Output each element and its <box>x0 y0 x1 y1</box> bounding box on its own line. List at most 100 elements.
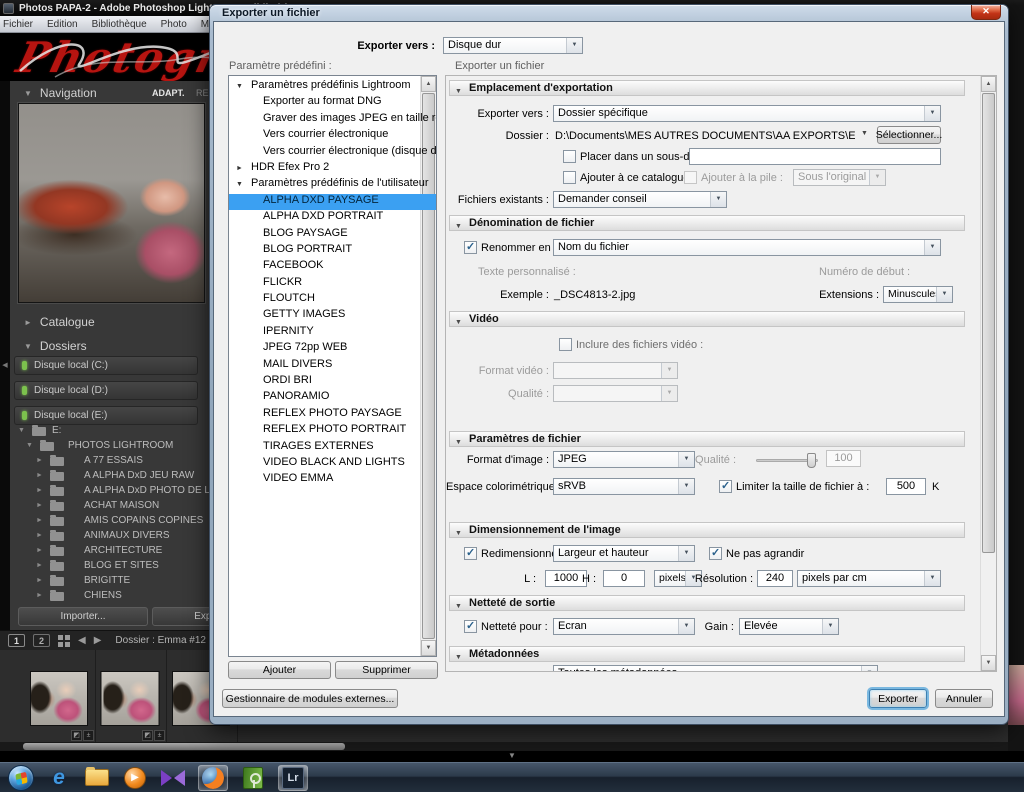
height-input[interactable]: 0 <box>603 570 645 587</box>
preset-vers-courrier-lectronique-disque-dur[interactable]: Vers courrier électronique (disque dur) <box>229 145 436 161</box>
resize-checkbox[interactable] <box>464 547 477 560</box>
next-photo-icon[interactable]: ▶ <box>94 635 102 646</box>
include-video-checkbox[interactable] <box>559 338 572 351</box>
preset-ordi-bri[interactable]: ORDI BRI <box>229 374 436 390</box>
menu-fichier[interactable]: Fichier <box>3 19 33 30</box>
disclosure-icon[interactable]: ▼ <box>236 181 243 188</box>
colorspace-dropdown[interactable]: sRVB▼ <box>553 478 695 495</box>
internet-explorer-icon[interactable]: e <box>46 765 72 791</box>
limit-size-checkbox[interactable] <box>719 480 732 493</box>
zoom-fit-button[interactable]: ADAPT. <box>152 88 185 98</box>
folder-a-alpha-dxd-photo-de-la-sem[interactable]: ►A ALPHA DxD PHOTO DE LA SEM <box>10 484 210 499</box>
preset-blog-paysage[interactable]: BLOG PAYSAGE <box>229 227 436 243</box>
disclosure-icon[interactable]: ► <box>36 547 43 554</box>
folder-e[interactable]: ▼E: <box>10 424 210 439</box>
preset-panoramio[interactable]: PANORAMIO <box>229 390 436 406</box>
subfolder-input[interactable] <box>689 148 941 165</box>
section-header-sizing[interactable]: Dimensionnement de l'image <box>449 522 965 538</box>
previous-photo-icon[interactable]: ◀ <box>78 635 86 646</box>
existing-files-dropdown[interactable]: Demander conseil▼ <box>553 191 727 208</box>
folder-brigitte[interactable]: ►BRIGITTE <box>10 574 210 589</box>
file-explorer-icon[interactable] <box>84 765 110 791</box>
preset-video-emma[interactable]: VIDEO EMMA <box>229 472 436 488</box>
navigator-preview-image[interactable] <box>18 103 205 303</box>
folders-panel-header[interactable]: ▼ Dossiers <box>24 339 87 353</box>
disclosure-icon[interactable]: ► <box>236 165 243 172</box>
folder-chiens[interactable]: ►CHIENS <box>10 589 210 604</box>
preset-getty-images[interactable]: GETTY IMAGES <box>229 308 436 324</box>
select-folder-button[interactable]: Sélectionner... <box>877 126 941 144</box>
subfolder-checkbox[interactable] <box>563 150 576 163</box>
media-player-icon[interactable]: ▶ <box>122 765 148 791</box>
disclosure-icon[interactable]: ► <box>36 457 43 464</box>
section-header-location[interactable]: Emplacement d'exportation <box>449 80 965 96</box>
preset-reflex-photo-paysage[interactable]: REFLEX PHOTO PAYSAGE <box>229 407 436 423</box>
limit-size-input[interactable]: 500 <box>886 478 926 495</box>
disclosure-icon[interactable]: ► <box>36 577 43 584</box>
remove-preset-button[interactable]: Supprimer <box>335 661 438 679</box>
volume-disque-local-c[interactable]: Disque local (C:) <box>14 356 198 375</box>
preset-param-tres-pr-d-finis-lightroom[interactable]: ▼Paramètres prédéfinis Lightroom <box>229 79 436 95</box>
no-enlarge-checkbox[interactable] <box>709 547 722 560</box>
start-button[interactable] <box>8 765 34 791</box>
folder-amis-copains-copines[interactable]: ►AMIS COPAINS COPINES <box>10 514 210 529</box>
scroll-down-icon[interactable]: ▼ <box>981 655 996 671</box>
folder-animaux-divers[interactable]: ►ANIMAUX DIVERS <box>10 529 210 544</box>
export-destination-dropdown[interactable]: Disque dur▼ <box>443 37 583 54</box>
extensions-dropdown[interactable]: Minuscules▼ <box>883 286 953 303</box>
section-header-naming[interactable]: Dénomination de fichier <box>449 215 965 231</box>
disclosure-icon[interactable]: ► <box>36 502 43 509</box>
gain-dropdown[interactable]: Elevée▼ <box>739 618 839 635</box>
disclosure-icon[interactable]: ► <box>36 562 43 569</box>
import-button[interactable]: Importer... <box>18 607 148 626</box>
dialog-cancel-button[interactable]: Annuler <box>935 689 993 708</box>
metadata-include-dropdown[interactable]: Toutes les métadonnées▼ <box>553 665 878 672</box>
disclosure-icon[interactable]: ► <box>36 487 43 494</box>
rename-checkbox[interactable] <box>464 241 477 254</box>
disclosure-icon[interactable]: ► <box>36 532 43 539</box>
folder-photos-lightroom[interactable]: ▼PHOTOS LIGHTROOM <box>10 439 210 454</box>
section-header-file-settings[interactable]: Paramètres de fichier <box>449 431 965 447</box>
navigation-panel-header[interactable]: ▼ Navigation <box>24 86 97 100</box>
preset-facebook[interactable]: FACEBOOK <box>229 259 436 275</box>
filmstrip-scrollbar-thumb[interactable] <box>23 743 345 750</box>
section-header-metadata[interactable]: Métadonnées <box>449 646 965 662</box>
preset-graver-des-images-jpeg-en-taille-r-elle[interactable]: Graver des images JPEG en taille réelle <box>229 112 436 128</box>
filmstrip-scrollbar[interactable] <box>0 742 1024 751</box>
plugin-manager-button[interactable]: Gestionnaire de modules externes... <box>222 689 398 708</box>
folder-architecture[interactable]: ►ARCHITECTURE <box>10 544 210 559</box>
scroll-up-icon[interactable]: ▲ <box>981 76 996 92</box>
preset-exporter-au-format-dng[interactable]: Exporter au format DNG <box>229 95 436 111</box>
volume-disque-local-d[interactable]: Disque local (D:) <box>14 381 198 400</box>
grid-view-icon[interactable] <box>58 635 70 647</box>
settings-scrollbar[interactable]: ▲ ▼ <box>980 76 996 671</box>
preset-param-tres-pr-d-finis-de-l-utilisateur[interactable]: ▼Paramètres prédéfinis de l'utilisateur <box>229 177 436 193</box>
disclosure-icon[interactable]: ▼ <box>236 83 243 90</box>
preset-reflex-photo-portrait[interactable]: REFLEX PHOTO PORTRAIT <box>229 423 436 439</box>
menu-edition[interactable]: Edition <box>47 19 78 30</box>
section-header-sharpening[interactable]: Netteté de sortie <box>449 595 965 611</box>
zoom-fill-button[interactable]: REMPLIR <box>196 88 210 98</box>
kmplayer-icon[interactable] <box>160 765 186 791</box>
disclosure-icon[interactable]: ► <box>36 472 43 479</box>
volume-disque-local-e[interactable]: Disque local (E:) <box>14 406 198 425</box>
resolution-unit-dropdown[interactable]: pixels par cm▼ <box>797 570 941 587</box>
main-window-button[interactable]: 1 <box>8 634 25 647</box>
preset-alpha-dxd-portrait[interactable]: ALPHA DXD PORTRAIT <box>229 210 436 226</box>
preset-blog-portrait[interactable]: BLOG PORTRAIT <box>229 243 436 259</box>
preset-floutch[interactable]: FLOUTCH <box>229 292 436 308</box>
folder-a-alpha-dxd-jeu-raw[interactable]: ►A ALPHA DxD JEU RAW <box>10 469 210 484</box>
preset-jpeg-72pp-web[interactable]: JPEG 72pp WEB <box>229 341 436 357</box>
location-export-to-dropdown[interactable]: Dossier spécifique▼ <box>553 105 941 122</box>
scroll-down-icon[interactable]: ▼ <box>421 640 436 656</box>
preset-hdr-efex-pro-2[interactable]: ►HDR Efex Pro 2 <box>229 161 436 177</box>
image-format-dropdown[interactable]: JPEG▼ <box>553 451 695 468</box>
preset-alpha-dxd-paysage[interactable]: ALPHA DXD PAYSAGE <box>229 194 436 210</box>
rename-template-dropdown[interactable]: Nom du fichier▼ <box>553 239 941 256</box>
add-to-catalog-checkbox[interactable] <box>563 171 576 184</box>
folder-blog-et-sites[interactable]: ►BLOG ET SITES <box>10 559 210 574</box>
second-window-button[interactable]: 2 <box>33 634 50 647</box>
folder-a-77-essais[interactable]: ►A 77 ESSAIS <box>10 454 210 469</box>
catalogue-panel-header[interactable]: ► Catalogue <box>24 315 95 329</box>
menu-photo[interactable]: Photo <box>161 19 187 30</box>
